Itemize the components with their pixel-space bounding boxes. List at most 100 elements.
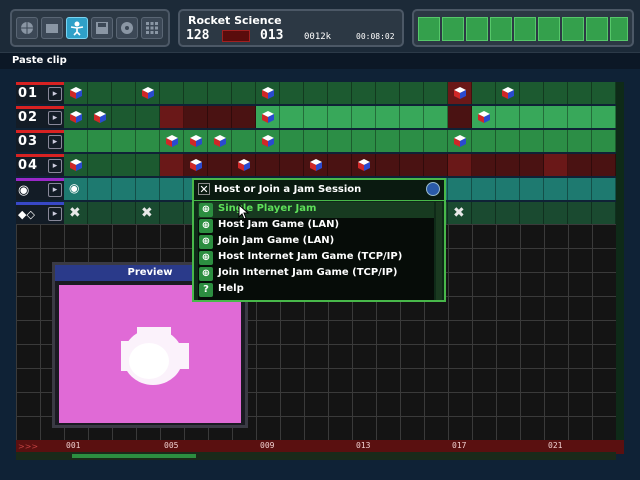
lane-cell[interactable] xyxy=(280,154,304,176)
jam-options-list[interactable]: ⊕ Single Player Jam ⊕ Host Jam Game (LAN… xyxy=(198,202,434,300)
lane-cell[interactable] xyxy=(232,106,256,128)
lane-cell[interactable] xyxy=(160,154,184,176)
lane-cell[interactable] xyxy=(544,130,568,152)
folder-icon[interactable] xyxy=(41,17,63,39)
lane-cell[interactable] xyxy=(328,106,352,128)
lane-cell[interactable] xyxy=(88,178,112,200)
clip-cube-icon[interactable] xyxy=(69,110,83,124)
clip-cube-icon[interactable] xyxy=(141,86,155,100)
lane-cell[interactable] xyxy=(112,106,136,128)
lane-cell[interactable] xyxy=(472,82,496,104)
lane-cell[interactable] xyxy=(88,82,112,104)
clip-cube-icon[interactable] xyxy=(261,86,275,100)
lane-cell[interactable] xyxy=(88,154,112,176)
clip-cube-icon[interactable] xyxy=(309,158,323,172)
lane-cell[interactable] xyxy=(136,130,160,152)
speaker-icon[interactable]: ▸ xyxy=(48,159,62,173)
lane-cell[interactable] xyxy=(568,178,592,200)
lane-cell[interactable] xyxy=(184,82,208,104)
track-header-03[interactable]: 03 ▸ xyxy=(16,130,64,152)
globe-icon[interactable] xyxy=(16,17,38,39)
lane-cell[interactable] xyxy=(568,202,592,224)
lane-cell[interactable] xyxy=(112,130,136,152)
lane-cell[interactable] xyxy=(424,130,448,152)
lane-cell[interactable] xyxy=(496,154,520,176)
track-header-01[interactable]: 01 ▸ xyxy=(16,82,64,104)
lane-cell[interactable] xyxy=(592,82,616,104)
lane-cell[interactable] xyxy=(568,130,592,152)
lane-cell[interactable] xyxy=(568,106,592,128)
lane-cell[interactable] xyxy=(136,106,160,128)
lane-cell[interactable] xyxy=(448,178,472,200)
track-header-02[interactable]: 02 ▸ xyxy=(16,106,64,128)
clip-cube-icon[interactable] xyxy=(189,158,203,172)
lane-cell[interactable] xyxy=(520,130,544,152)
track-header-video[interactable]: ◉ ▸ xyxy=(16,178,64,200)
lane-cell[interactable] xyxy=(112,178,136,200)
lane-cell[interactable] xyxy=(160,82,184,104)
lane-cell[interactable] xyxy=(256,154,280,176)
speaker-icon[interactable]: ▸ xyxy=(48,135,62,149)
vertical-scrollbar[interactable] xyxy=(616,82,624,440)
scrollbar-thumb[interactable] xyxy=(72,454,196,458)
lane-cell[interactable] xyxy=(448,106,472,128)
video-clip-icon[interactable]: ◉ xyxy=(69,181,79,195)
lane-cell[interactable] xyxy=(520,154,544,176)
track-lane-02[interactable] xyxy=(64,106,620,128)
lane-cell[interactable] xyxy=(376,130,400,152)
lane-cell[interactable] xyxy=(160,178,184,200)
disc-icon[interactable] xyxy=(116,17,138,39)
lane-cell[interactable] xyxy=(64,130,88,152)
lane-cell[interactable] xyxy=(400,130,424,152)
track-header-effects[interactable]: ◆◇ ▸ xyxy=(16,202,64,224)
lane-cell[interactable] xyxy=(232,82,256,104)
lane-cell[interactable] xyxy=(544,106,568,128)
lane-cell[interactable] xyxy=(544,154,568,176)
timeline-arrow-icon[interactable]: >>> xyxy=(18,442,38,451)
lane-cell[interactable] xyxy=(88,130,112,152)
lane-cell[interactable] xyxy=(424,154,448,176)
lane-cell[interactable] xyxy=(400,82,424,104)
lane-cell[interactable] xyxy=(496,130,520,152)
lane-cell[interactable] xyxy=(160,202,184,224)
option-join-jam-lan[interactable]: ⊕ Join Jam Game (LAN) xyxy=(198,234,434,250)
clip-cube-icon[interactable] xyxy=(477,110,491,124)
clip-cube-icon[interactable] xyxy=(69,158,83,172)
lane-cell[interactable] xyxy=(472,154,496,176)
lane-cell[interactable] xyxy=(544,202,568,224)
clip-cube-icon[interactable] xyxy=(237,158,251,172)
speaker-icon[interactable]: ▸ xyxy=(48,183,62,197)
close-icon[interactable]: ✕ xyxy=(198,183,210,196)
speaker-icon[interactable]: ▸ xyxy=(48,111,62,125)
clip-cube-icon[interactable] xyxy=(501,86,515,100)
lane-cell[interactable] xyxy=(376,106,400,128)
clip-cube-icon[interactable] xyxy=(261,134,275,148)
lane-cell[interactable] xyxy=(280,82,304,104)
clip-cube-icon[interactable] xyxy=(453,86,467,100)
lane-cell[interactable] xyxy=(400,106,424,128)
lane-cell[interactable] xyxy=(472,202,496,224)
track-header-04[interactable]: 04 ▸ xyxy=(16,154,64,176)
effect-x-icon[interactable]: ✖ xyxy=(69,205,81,221)
grid-icon[interactable] xyxy=(141,17,163,39)
lane-cell[interactable] xyxy=(208,154,232,176)
lane-cell[interactable] xyxy=(88,202,112,224)
lane-cell[interactable] xyxy=(520,202,544,224)
lane-cell[interactable] xyxy=(520,106,544,128)
lane-cell[interactable] xyxy=(112,154,136,176)
option-host-jam-lan[interactable]: ⊕ Host Jam Game (LAN) xyxy=(198,218,434,234)
lane-cell[interactable] xyxy=(304,106,328,128)
lane-cell[interactable] xyxy=(496,106,520,128)
lane-cell[interactable] xyxy=(136,154,160,176)
lane-cell[interactable] xyxy=(328,154,352,176)
lane-cell[interactable] xyxy=(592,202,616,224)
lane-cell[interactable] xyxy=(328,130,352,152)
track-lane-01[interactable] xyxy=(64,82,620,104)
option-help[interactable]: ? Help xyxy=(198,282,434,298)
lane-cell[interactable] xyxy=(592,130,616,152)
clip-cube-icon[interactable] xyxy=(357,158,371,172)
lane-cell[interactable] xyxy=(352,130,376,152)
horizontal-scrollbar[interactable] xyxy=(16,452,616,460)
track-lane-04[interactable] xyxy=(64,154,620,176)
lane-cell[interactable] xyxy=(496,202,520,224)
